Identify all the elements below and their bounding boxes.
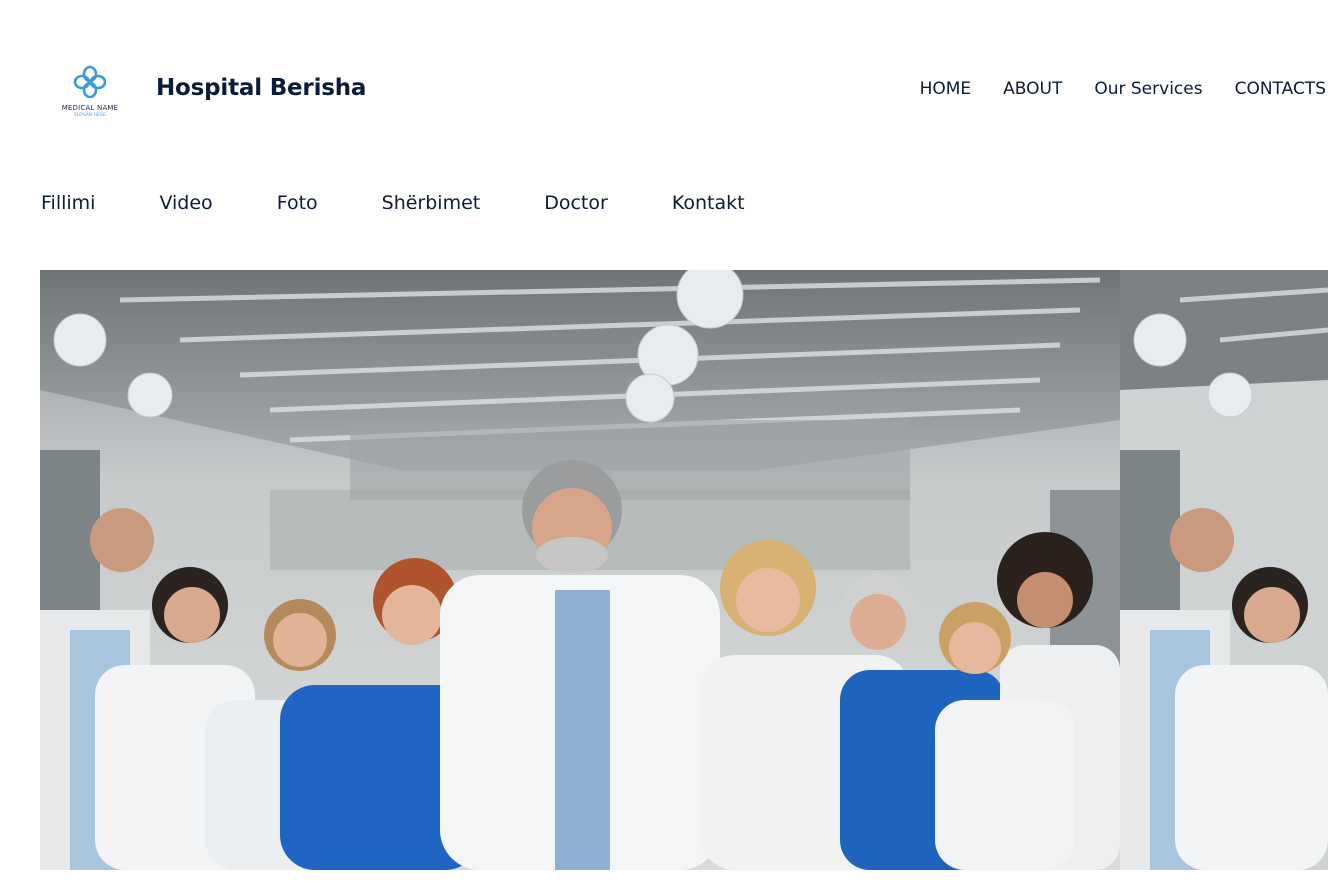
sub-nav: Fillimi Video Foto Shërbimet Doctor Kont… (41, 192, 745, 214)
medical-team-photo-next (1120, 270, 1328, 870)
hero-slider[interactable] (40, 270, 1328, 870)
cross-knot-logo-icon (73, 65, 107, 99)
nav-contacts[interactable]: CONTACTS (1235, 79, 1326, 99)
nav-home[interactable]: HOME (920, 79, 972, 99)
nav-about[interactable]: ABOUT (1003, 79, 1062, 99)
medical-team-photo (40, 270, 1120, 870)
site-title[interactable]: Hospital Berisha (156, 75, 366, 101)
logo-subtext: SLOGAN HERE (73, 112, 106, 117)
site-header: MEDICAL NAME SLOGAN HERE Hospital Berish… (0, 0, 1328, 180)
subnav-kontakt[interactable]: Kontakt (672, 192, 745, 214)
hero-slide-next (1120, 270, 1328, 870)
logo-text: MEDICAL NAME (61, 104, 119, 112)
subnav-video[interactable]: Video (159, 192, 212, 214)
subnav-doctor[interactable]: Doctor (544, 192, 608, 214)
subnav-foto[interactable]: Foto (277, 192, 318, 214)
top-nav: HOME ABOUT Our Services CONTACTS (920, 79, 1326, 99)
subnav-sherbimet[interactable]: Shërbimet (382, 192, 481, 214)
subnav-fillimi[interactable]: Fillimi (41, 192, 95, 214)
nav-our-services[interactable]: Our Services (1094, 79, 1202, 99)
hero-slide-current (40, 270, 1120, 870)
site-logo[interactable]: MEDICAL NAME SLOGAN HERE (58, 62, 122, 118)
